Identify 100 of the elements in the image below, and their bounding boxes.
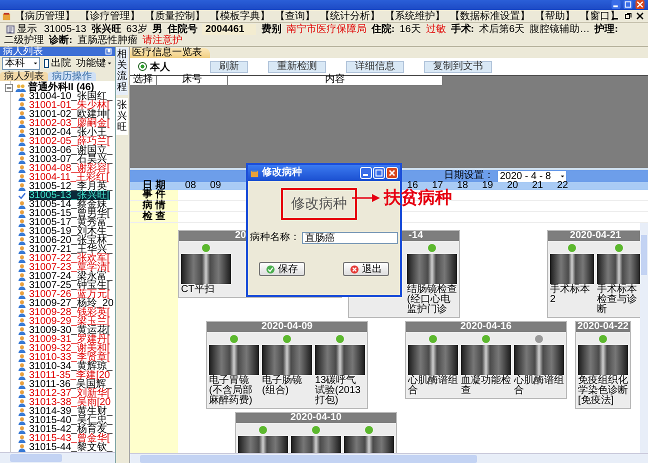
minimize-icon bbox=[360, 167, 372, 179]
tab[interactable]: 病人列表 bbox=[0, 72, 48, 81]
patient-item[interactable]: 31012-37_刘新华[ bbox=[29, 389, 110, 398]
vertical-tab[interactable]: 相关流程 bbox=[116, 47, 128, 95]
patient-item[interactable]: 31004-08_谢彩容[ bbox=[29, 164, 110, 173]
patient-item[interactable]: 31007-26_蓝万元[ bbox=[29, 290, 110, 299]
xray-image[interactable] bbox=[181, 254, 231, 284]
department-dropdown[interactable]: 本科 bbox=[2, 57, 40, 70]
xray-image[interactable] bbox=[514, 345, 564, 375]
tree-group-label[interactable]: 普通外科II (46) bbox=[28, 83, 94, 92]
patient-item[interactable]: 31003-07_石昊兴_ bbox=[29, 155, 112, 164]
patient-item[interactable]: 31009-31_罗建丹[ bbox=[29, 335, 110, 344]
patient-item[interactable]: 31015-43_曾金华[ bbox=[29, 434, 110, 443]
vertical-scrollbar[interactable] bbox=[640, 223, 648, 453]
menu-item[interactable]: 【查询】 bbox=[275, 10, 315, 22]
toolbar-button[interactable]: 复制到文书 bbox=[424, 60, 492, 72]
menu-item[interactable]: 【帮助】 bbox=[535, 10, 575, 22]
patient-item[interactable]: 31007-25_钟宝生[ bbox=[29, 281, 110, 290]
patient-info-label: 张兴旺 bbox=[91, 24, 122, 34]
tab[interactable]: 病历操作 bbox=[48, 72, 96, 81]
toolbar-button[interactable]: 刷新 bbox=[210, 60, 248, 72]
menu-item[interactable]: 【病历管理】 bbox=[15, 10, 75, 22]
patient-item[interactable]: 31013-38_吴雨[20 bbox=[29, 398, 111, 407]
vertical-tab[interactable]: 张兴旺 bbox=[116, 98, 128, 135]
patient-item[interactable]: 31001-02_欧建坤[ bbox=[29, 110, 110, 119]
pin-icon[interactable] bbox=[105, 48, 112, 55]
patient-item[interactable]: 31006-20_张宝林_ bbox=[29, 236, 112, 245]
toolbar-button[interactable]: 重新检测 bbox=[268, 60, 326, 72]
patient-info-text: 直肠恶性肿瘤 bbox=[77, 34, 138, 46]
patient-item[interactable]: 31010-33_李贤章[ bbox=[29, 353, 110, 362]
patient-item[interactable]: 31010-34_黄辉琼_ bbox=[29, 362, 112, 371]
patient-item[interactable]: 31007-24_梁永富_ bbox=[29, 272, 112, 281]
exit-button[interactable]: 退出 bbox=[343, 262, 389, 276]
patient-item[interactable]: 31005-15_曾男华[ bbox=[29, 209, 110, 218]
patient-item[interactable]: 31015-42_杨育友_ bbox=[29, 425, 112, 434]
column-header[interactable]: 内容 bbox=[228, 76, 442, 85]
xray-image[interactable] bbox=[209, 345, 259, 375]
radio-button[interactable] bbox=[138, 62, 147, 71]
checkbox[interactable] bbox=[44, 59, 49, 68]
patient-item[interactable]: 31004-10_张国红_ bbox=[29, 92, 112, 101]
show-button[interactable]: 显示 bbox=[4, 24, 39, 34]
patient-item[interactable]: 31005-14_蔡金妹_ bbox=[29, 200, 112, 209]
xray-image[interactable] bbox=[408, 345, 458, 375]
maximize-icon[interactable] bbox=[623, 0, 633, 9]
patient-item[interactable]: 31002-03_廖嗣金[ bbox=[29, 119, 110, 128]
menu-item[interactable]: 【模板字典】 bbox=[210, 10, 270, 22]
day-label: 16 bbox=[406, 182, 418, 190]
card-date: -14 bbox=[408, 231, 423, 241]
patient-item[interactable]: 31011-35_李建[20 bbox=[29, 371, 110, 380]
patient-item[interactable]: 31009-28_钱彩英[ bbox=[29, 308, 110, 317]
menu-item[interactable]: 【诊疗管理】 bbox=[80, 10, 140, 22]
xray-image[interactable] bbox=[461, 345, 511, 375]
horizontal-scrollbar[interactable] bbox=[0, 452, 115, 463]
patient-item[interactable]: 31009-32_谢美和[ bbox=[29, 344, 110, 353]
xray-image[interactable] bbox=[578, 345, 628, 375]
patient-item[interactable]: 31007-22_张欢军[ bbox=[29, 254, 110, 263]
xray-image[interactable] bbox=[407, 254, 457, 284]
day-label: 18 bbox=[456, 182, 470, 190]
tab[interactable]: 医疗信息一览表 bbox=[130, 48, 210, 58]
patient-item[interactable]: 31005-12_李月英_ bbox=[29, 182, 112, 191]
patient-item[interactable]: 31009-30_黄运花[ bbox=[29, 326, 110, 335]
patient-item[interactable]: 31009-27_杨玲_20 bbox=[29, 299, 114, 308]
restore-icon[interactable] bbox=[624, 12, 632, 20]
date-picker[interactable]: 2020 - 4 - 8 bbox=[498, 170, 566, 182]
patient-item[interactable]: 31007-23_覃学清[ bbox=[29, 263, 110, 272]
menu-item[interactable]: 【数据标准设置】 bbox=[450, 10, 530, 22]
patient-item[interactable]: 31002-04_张小王_ bbox=[29, 128, 112, 137]
patient-item[interactable]: 31007-21_王华兴_ bbox=[29, 245, 112, 254]
function-key-dropdown[interactable]: 功能键 bbox=[76, 58, 113, 69]
patient-item[interactable]: 31004-11_王彩红[ bbox=[29, 173, 109, 182]
patient-item[interactable]: 31001-01_朱少林[ bbox=[29, 101, 110, 110]
patient-item[interactable]: 31005-13_张兴旺[ bbox=[29, 191, 110, 200]
save-button[interactable]: 保存 bbox=[259, 262, 305, 276]
patient-item[interactable]: 31005-19_刘木生_ bbox=[29, 227, 112, 236]
row-label: 检 查 bbox=[130, 212, 178, 222]
xray-image[interactable] bbox=[315, 345, 365, 375]
panel-title: 病人列表 bbox=[3, 47, 43, 56]
menu-item[interactable]: 【系统维护】 bbox=[385, 10, 445, 22]
xray-image[interactable] bbox=[597, 254, 640, 284]
exam-caption: 结肠镜检查(经口心电监护门诊 bbox=[407, 285, 457, 315]
patient-item[interactable]: 31014-39_黄生财_ bbox=[29, 407, 112, 416]
patient-item[interactable]: 31002-05_薛巧兰[ bbox=[29, 137, 110, 146]
close-icon[interactable] bbox=[636, 12, 644, 20]
alert-text: 请注意护 bbox=[142, 34, 182, 46]
exam-caption: 手术标本检查与诊断 bbox=[597, 285, 638, 315]
patient-item[interactable]: 31015-44_黎文钦_ bbox=[29, 443, 112, 452]
menu-item[interactable]: 【统计分析】 bbox=[320, 10, 380, 22]
minimize-icon[interactable] bbox=[611, 0, 621, 9]
patient-item[interactable]: 31015-40_吴仁忠_ bbox=[29, 416, 112, 425]
menu-item[interactable]: 【质量控制】 bbox=[145, 10, 205, 22]
xray-image[interactable] bbox=[550, 254, 594, 284]
collapse-icon[interactable] bbox=[5, 84, 13, 92]
patient-item[interactable]: 31005-17_黄秀富_ bbox=[29, 218, 112, 227]
caret-icon[interactable] bbox=[559, 172, 566, 180]
toolbar-button[interactable]: 详细信息 bbox=[346, 60, 404, 72]
xray-image[interactable] bbox=[262, 345, 312, 375]
horizontal-scrollbar[interactable] bbox=[130, 453, 648, 463]
patient-item[interactable]: 31003-06_谢国立_ bbox=[29, 146, 112, 155]
patient-item[interactable]: 31009-29_梁玉兰[ bbox=[29, 317, 110, 326]
patient-item[interactable]: 31011-36_吴国辉_ bbox=[29, 380, 112, 389]
